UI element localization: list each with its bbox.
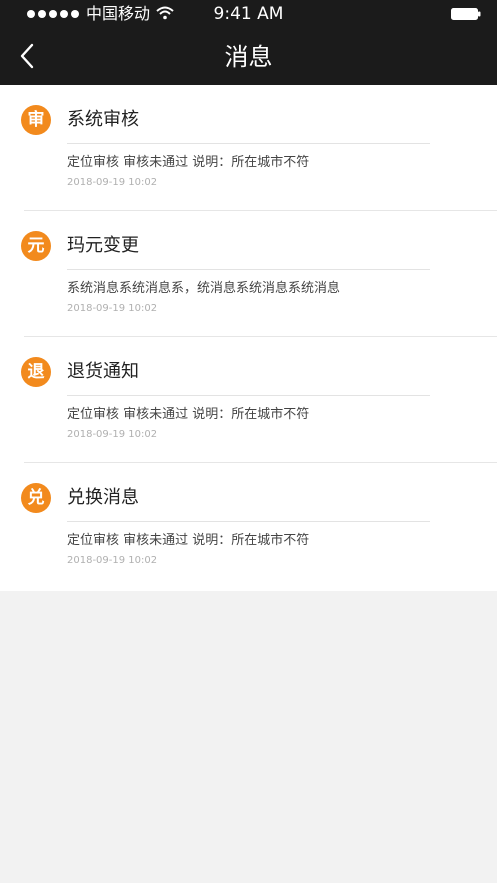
status-bar: 中国移动 9:41 AM <box>0 0 497 28</box>
status-time: 9:41 AM <box>213 4 284 24</box>
message-time: 2018-09-19 10:02 <box>67 177 158 188</box>
message-type-badge: 元 <box>21 231 51 261</box>
message-content: 定位审核 审核未通过 说明：所在城市不符 <box>67 155 310 170</box>
message-type-badge: 审 <box>21 105 51 135</box>
message-title: 兑换消息 <box>67 487 139 508</box>
page-title: 消息 <box>224 43 273 71</box>
message-content: 定位审核 审核未通过 说明：所在城市不符 <box>67 533 310 548</box>
message-time: 2018-09-19 10:02 <box>67 555 158 566</box>
message-content: 定位审核 审核未通过 说明：所在城市不符 <box>67 407 310 422</box>
divider <box>67 269 430 270</box>
message-item-return-notice[interactable]: 退 退货通知 定位审核 审核未通过 说明：所在城市不符 2018-09-19 1… <box>0 337 497 463</box>
message-type-badge: 退 <box>21 357 51 387</box>
message-title: 玛元变更 <box>67 235 139 256</box>
divider <box>67 395 430 396</box>
message-time: 2018-09-19 10:02 <box>67 303 158 314</box>
message-content: 系统消息系统消息系，统消息系统消息系统消息 <box>67 281 341 296</box>
divider <box>67 143 430 144</box>
app-header: 中国移动 9:41 AM 消息 <box>0 0 497 85</box>
message-item-system-review[interactable]: 审 系统审核 定位审核 审核未通过 说明：所在城市不符 2018-09-19 1… <box>0 85 497 211</box>
message-title: 系统审核 <box>67 109 139 130</box>
message-item-currency-change[interactable]: 元 玛元变更 系统消息系统消息系，统消息系统消息系统消息 2018-09-19 … <box>0 211 497 337</box>
message-time: 2018-09-19 10:02 <box>67 429 158 440</box>
message-item-exchange[interactable]: 兑 兑换消息 定位审核 审核未通过 说明：所在城市不符 2018-09-19 1… <box>0 463 497 589</box>
message-title: 退货通知 <box>67 361 139 382</box>
nav-bar: 消息 <box>0 28 497 85</box>
message-list: 审 系统审核 定位审核 审核未通过 说明：所在城市不符 2018-09-19 1… <box>0 85 497 591</box>
battery-icon <box>451 8 481 20</box>
divider <box>67 521 430 522</box>
message-type-badge: 兑 <box>21 483 51 513</box>
